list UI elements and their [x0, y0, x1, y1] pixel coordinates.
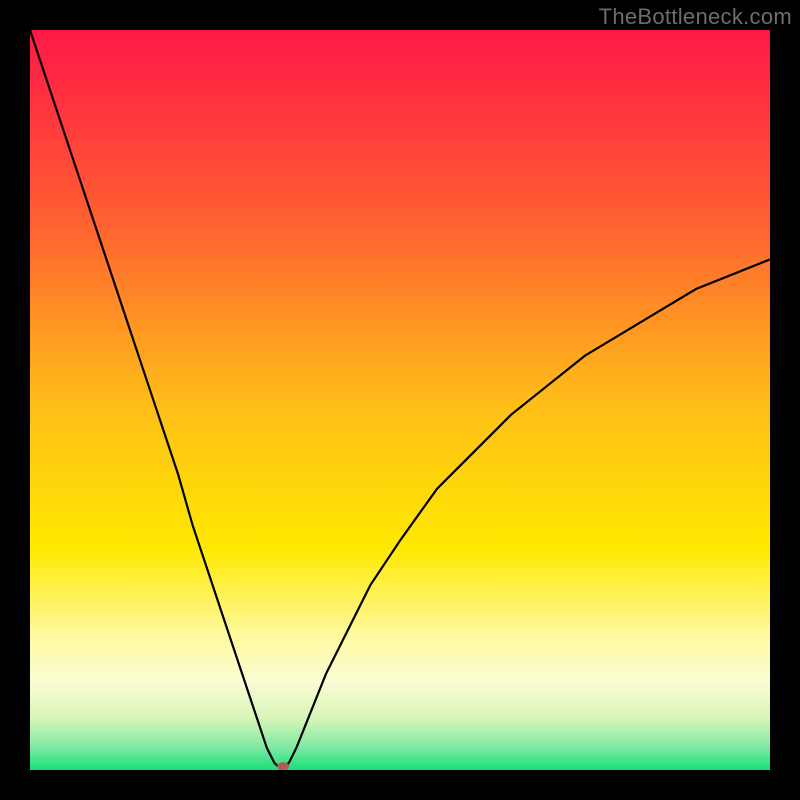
chart-svg — [30, 30, 770, 770]
watermark-text: TheBottleneck.com — [599, 4, 792, 30]
minimum-marker — [277, 762, 289, 770]
gradient-background — [30, 30, 770, 770]
chart-frame: TheBottleneck.com — [0, 0, 800, 800]
plot-area — [30, 30, 770, 770]
